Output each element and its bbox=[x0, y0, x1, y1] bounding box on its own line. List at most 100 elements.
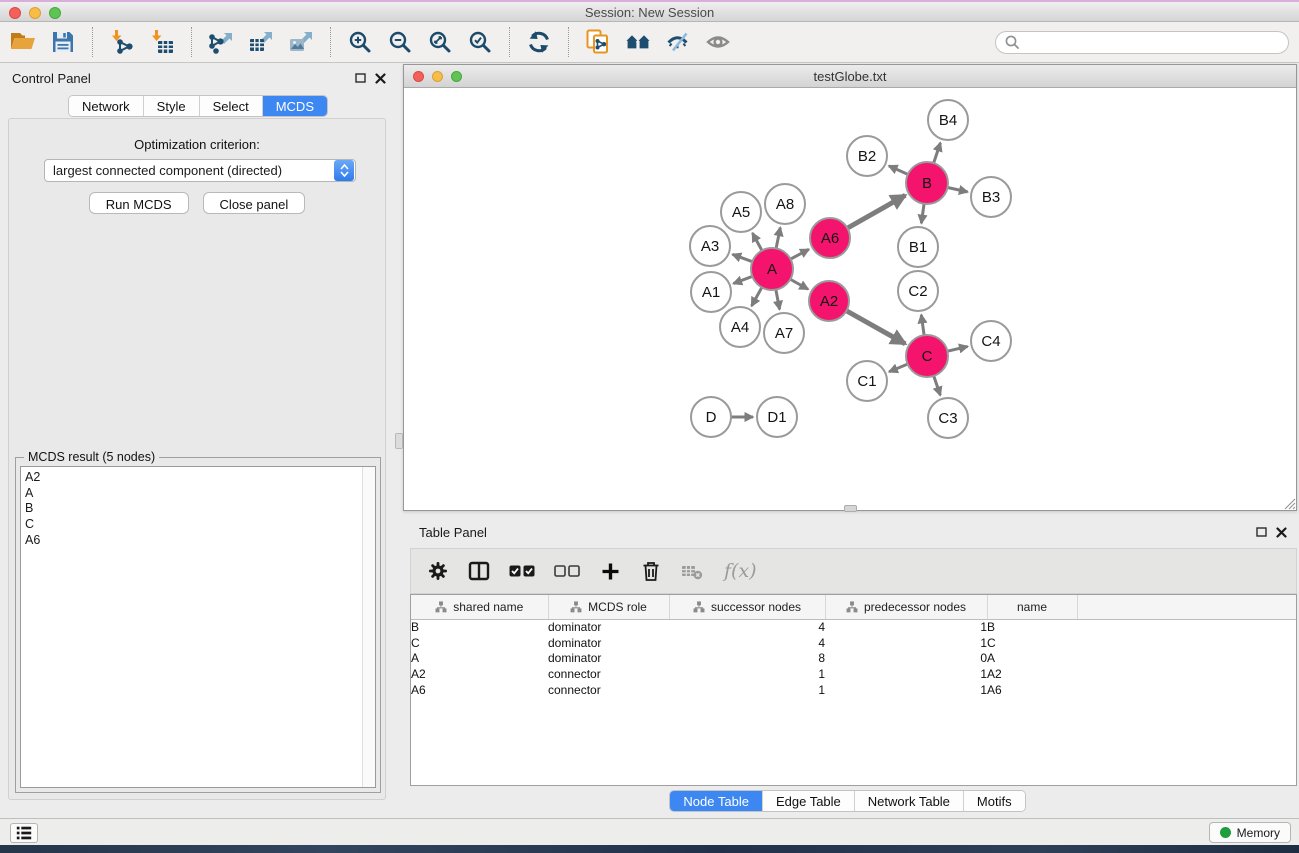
table-row[interactable]: Adominator80A bbox=[411, 650, 1296, 666]
zoom-fit-button[interactable] bbox=[423, 25, 457, 59]
table-row[interactable]: A6connector11A6 bbox=[411, 682, 1296, 698]
network-graph-canvas[interactable]: B4B2BB3B1A5A8A6A3AA1A2C2A4A7C4CC1C3DD1 bbox=[404, 88, 1296, 510]
search-input[interactable] bbox=[1020, 34, 1280, 50]
export-network-button[interactable] bbox=[204, 25, 238, 59]
graph-node-A6[interactable]: A6 bbox=[810, 218, 850, 258]
graph-node-C[interactable]: C bbox=[906, 335, 948, 377]
close-table-panel-icon[interactable] bbox=[1276, 527, 1287, 538]
column-header-predecessor-nodes[interactable]: predecessor nodes bbox=[825, 595, 987, 619]
table-cell[interactable]: A bbox=[411, 650, 548, 666]
result-list-scrollbar[interactable] bbox=[362, 467, 375, 787]
graph-node-A4[interactable]: A4 bbox=[720, 307, 760, 347]
graph-node-D1[interactable]: D1 bbox=[757, 397, 797, 437]
zoom-in-button[interactable] bbox=[343, 25, 377, 59]
mcds-result-item[interactable]: A6 bbox=[25, 533, 375, 549]
import-network-button[interactable] bbox=[105, 25, 139, 59]
search-field[interactable] bbox=[995, 31, 1289, 54]
table-cell[interactable]: 4 bbox=[669, 635, 825, 651]
mcds-result-item[interactable]: A2 bbox=[25, 470, 375, 486]
float-panel-icon[interactable] bbox=[355, 72, 366, 84]
table-cell[interactable]: A6 bbox=[411, 682, 548, 698]
graph-node-A7[interactable]: A7 bbox=[764, 313, 804, 353]
table-cell[interactable]: C bbox=[411, 635, 548, 651]
open-session-button[interactable] bbox=[6, 25, 40, 59]
first-neighbors-button[interactable] bbox=[621, 25, 655, 59]
show-all-button[interactable] bbox=[701, 25, 735, 59]
table-cell[interactable]: 1 bbox=[825, 635, 987, 651]
graph-node-B2[interactable]: B2 bbox=[847, 136, 887, 176]
task-history-button[interactable] bbox=[10, 823, 38, 843]
tab-style[interactable]: Style bbox=[144, 96, 200, 116]
graph-node-A[interactable]: A bbox=[751, 248, 793, 290]
optimization-criterion-select[interactable]: largest connected component (directed) bbox=[44, 159, 356, 182]
tab-node-table[interactable]: Node Table bbox=[670, 791, 763, 811]
table-cell[interactable]: dominator bbox=[548, 619, 669, 635]
table-row[interactable]: Bdominator41B bbox=[411, 619, 1296, 635]
table-cell[interactable]: dominator bbox=[548, 650, 669, 666]
graph-node-B1[interactable]: B1 bbox=[898, 227, 938, 267]
float-table-panel-icon[interactable] bbox=[1256, 526, 1267, 538]
table-cell[interactable]: A6 bbox=[987, 682, 1077, 698]
tab-network-table[interactable]: Network Table bbox=[855, 791, 964, 811]
close-panel-icon[interactable] bbox=[375, 73, 386, 84]
table-cell[interactable]: 1 bbox=[825, 682, 987, 698]
table-cell[interactable]: 1 bbox=[825, 619, 987, 635]
zoom-out-button[interactable] bbox=[383, 25, 417, 59]
table-cell[interactable]: connector bbox=[548, 666, 669, 682]
graph-node-C2[interactable]: C2 bbox=[898, 271, 938, 311]
duplicate-network-button[interactable] bbox=[581, 25, 615, 59]
column-header-shared-name[interactable]: shared name bbox=[411, 595, 548, 619]
export-table-button[interactable] bbox=[244, 25, 278, 59]
graph-node-A1[interactable]: A1 bbox=[691, 272, 731, 312]
graph-node-A2[interactable]: A2 bbox=[809, 281, 849, 321]
table-cell[interactable]: 1 bbox=[669, 666, 825, 682]
mcds-result-item[interactable]: A bbox=[25, 486, 375, 502]
add-column-button[interactable] bbox=[597, 558, 623, 584]
graph-node-D[interactable]: D bbox=[691, 397, 731, 437]
function-builder-button[interactable]: f(x) bbox=[720, 558, 757, 584]
table-cell[interactable]: A2 bbox=[987, 666, 1077, 682]
horizontal-scroll-grip[interactable] bbox=[844, 505, 857, 512]
export-image-button[interactable] bbox=[284, 25, 318, 59]
column-header-name[interactable]: name bbox=[987, 595, 1077, 619]
split-divider-grip[interactable] bbox=[395, 433, 403, 449]
save-session-button[interactable] bbox=[46, 25, 80, 59]
tab-edge-table[interactable]: Edge Table bbox=[763, 791, 855, 811]
table-cell[interactable]: C bbox=[987, 635, 1077, 651]
apply-layout-button[interactable] bbox=[522, 25, 556, 59]
table-cell[interactable]: 8 bbox=[669, 650, 825, 666]
window-resize-grip[interactable] bbox=[1281, 495, 1296, 510]
tab-mcds[interactable]: MCDS bbox=[263, 96, 327, 116]
table-cell[interactable]: dominator bbox=[548, 635, 669, 651]
graph-node-A8[interactable]: A8 bbox=[765, 184, 805, 224]
tab-network[interactable]: Network bbox=[69, 96, 144, 116]
graph-node-B[interactable]: B bbox=[906, 162, 948, 204]
table-cell[interactable]: B bbox=[411, 619, 548, 635]
zoom-selected-button[interactable] bbox=[463, 25, 497, 59]
mcds-result-item[interactable]: B bbox=[25, 501, 375, 517]
graph-node-C1[interactable]: C1 bbox=[847, 361, 887, 401]
graph-node-B3[interactable]: B3 bbox=[971, 177, 1011, 217]
graph-node-C4[interactable]: C4 bbox=[971, 321, 1011, 361]
column-header-MCDS-role[interactable]: MCDS role bbox=[548, 595, 669, 619]
table-cell[interactable]: 4 bbox=[669, 619, 825, 635]
delete-table-button[interactable] bbox=[679, 558, 705, 584]
hide-selected-button[interactable] bbox=[661, 25, 695, 59]
mcds-result-item[interactable]: C bbox=[25, 517, 375, 533]
table-cell[interactable]: 0 bbox=[825, 650, 987, 666]
close-panel-button[interactable]: Close panel bbox=[203, 192, 306, 214]
table-cell[interactable]: B bbox=[987, 619, 1077, 635]
table-cell[interactable]: 1 bbox=[669, 682, 825, 698]
column-header-successor-nodes[interactable]: successor nodes bbox=[669, 595, 825, 619]
memory-button[interactable]: Memory bbox=[1209, 822, 1291, 843]
import-table-button[interactable] bbox=[145, 25, 179, 59]
table-cell[interactable]: A bbox=[987, 650, 1077, 666]
tab-motifs[interactable]: Motifs bbox=[964, 791, 1025, 811]
delete-column-button[interactable] bbox=[638, 558, 664, 584]
tab-select[interactable]: Select bbox=[200, 96, 263, 116]
run-mcds-button[interactable]: Run MCDS bbox=[89, 192, 189, 214]
table-cell[interactable]: connector bbox=[548, 682, 669, 698]
table-cell[interactable]: A2 bbox=[411, 666, 548, 682]
deselect-all-columns-button[interactable] bbox=[552, 558, 582, 584]
table-row[interactable]: A2connector11A2 bbox=[411, 666, 1296, 682]
